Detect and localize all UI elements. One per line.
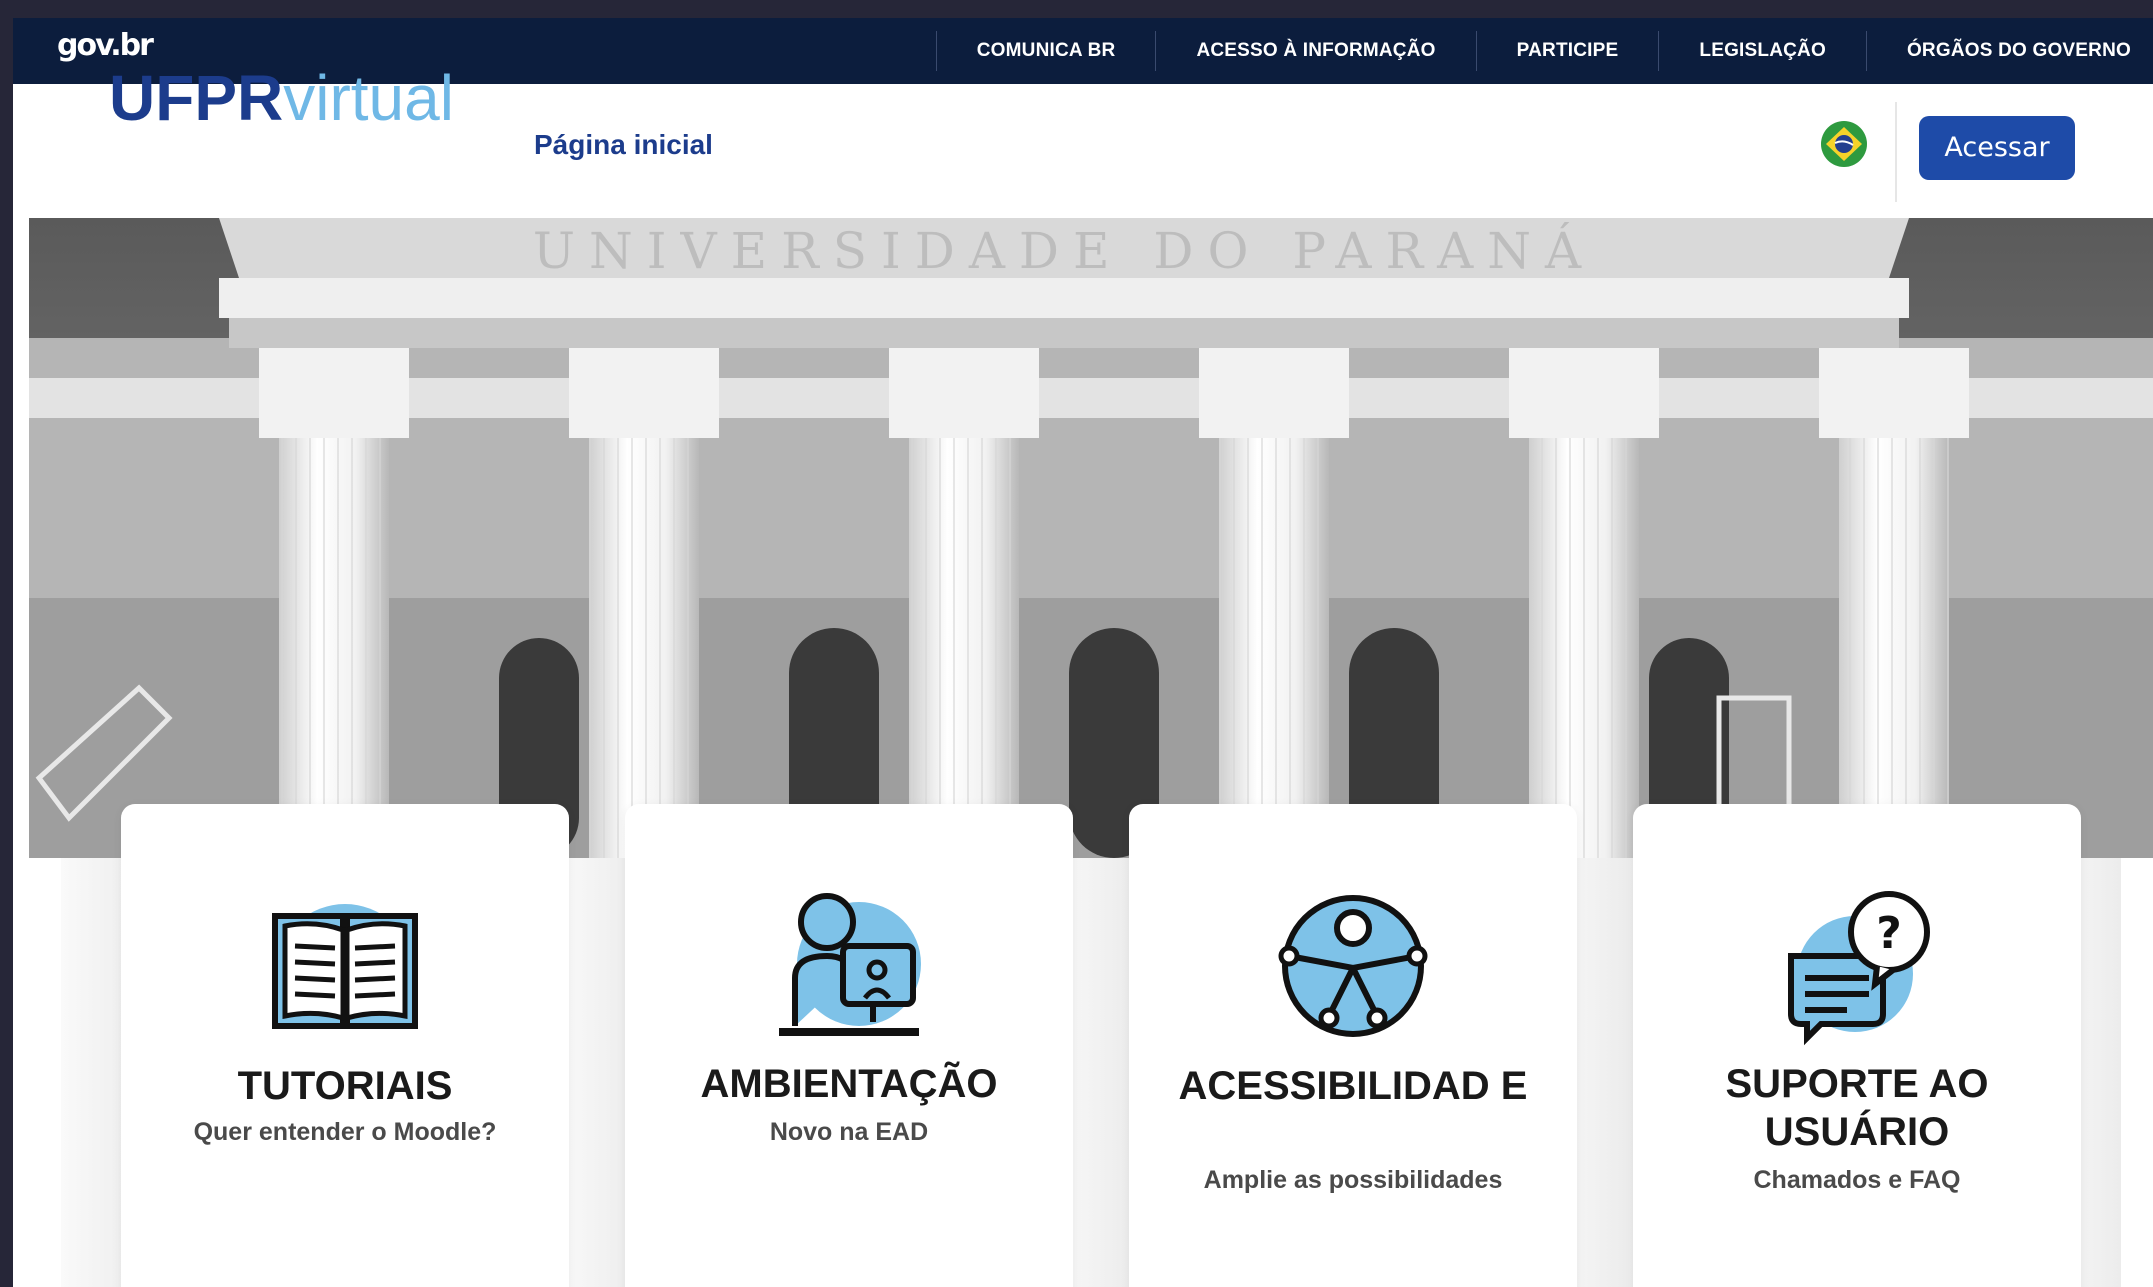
card-suporte[interactable]: ? SUPORTE AO USUÁRIO Chamados e FAQ bbox=[1633, 804, 2081, 1287]
card-ambientacao[interactable]: AMBIENTAÇÃO Novo na EAD bbox=[625, 804, 1073, 1287]
card-subtitle: Chamados e FAQ bbox=[1753, 1166, 1961, 1194]
gov-link-acesso-informacao[interactable]: ACESSO À INFORMAÇÃO bbox=[1155, 31, 1475, 71]
home-link[interactable]: Página inicial bbox=[534, 130, 713, 160]
card-tutoriais[interactable]: TUTORIAIS Quer entender o Moodle? bbox=[121, 804, 569, 1287]
header-divider bbox=[1895, 102, 1897, 202]
hero-building-photo: UNIVERSIDADE DO PARANÁ bbox=[29, 218, 2153, 858]
book-icon bbox=[265, 886, 425, 1046]
hero-inscription: UNIVERSIDADE DO PARANÁ bbox=[533, 221, 1595, 280]
login-button[interactable]: Acessar bbox=[1919, 116, 2075, 180]
ufpr-virtual-logo[interactable]: UFPRvirtual bbox=[109, 66, 454, 130]
gov-links: COMUNICA BR ACESSO À INFORMAÇÃO PARTICIP… bbox=[935, 18, 2153, 84]
card-acessibilidade[interactable]: ACESSIBILIDAD E Amplie as possibilidades bbox=[1129, 804, 1577, 1287]
card-subtitle: Quer entender o Moodle? bbox=[193, 1118, 497, 1146]
svg-text:?: ? bbox=[1876, 908, 1902, 959]
card-title: ACESSIBILIDAD E bbox=[1178, 1064, 1528, 1108]
browser-viewport: gov.br COMUNICA BR ACESSO À INFORMAÇÃO P… bbox=[13, 18, 2153, 1287]
gov-link-participe[interactable]: PARTICIPE bbox=[1475, 31, 1659, 71]
brand-light: virtual bbox=[283, 62, 454, 134]
gov-link-legislacao[interactable]: LEGISLAÇÃO bbox=[1658, 31, 1866, 71]
govbr-logo[interactable]: gov.br bbox=[57, 28, 154, 63]
card-title: AMBIENTAÇÃO bbox=[700, 1062, 998, 1106]
card-title: TUTORIAIS bbox=[237, 1064, 453, 1108]
student-computer-icon bbox=[769, 886, 929, 1046]
card-subtitle: Novo na EAD bbox=[769, 1118, 929, 1146]
gov-link-comunica[interactable]: COMUNICA BR bbox=[935, 31, 1156, 71]
card-subtitle: Amplie as possibilidades bbox=[1203, 1166, 1503, 1194]
gov-link-orgaos[interactable]: ÓRGÃOS DO GOVERNO bbox=[1865, 31, 2153, 71]
support-chat-icon: ? bbox=[1777, 886, 1937, 1046]
brazil-flag-icon[interactable] bbox=[1821, 121, 1867, 167]
card-title: SUPORTE AO USUÁRIO bbox=[1725, 1062, 1989, 1154]
brand-bold: UFPR bbox=[109, 62, 284, 134]
accessibility-icon bbox=[1273, 886, 1433, 1046]
